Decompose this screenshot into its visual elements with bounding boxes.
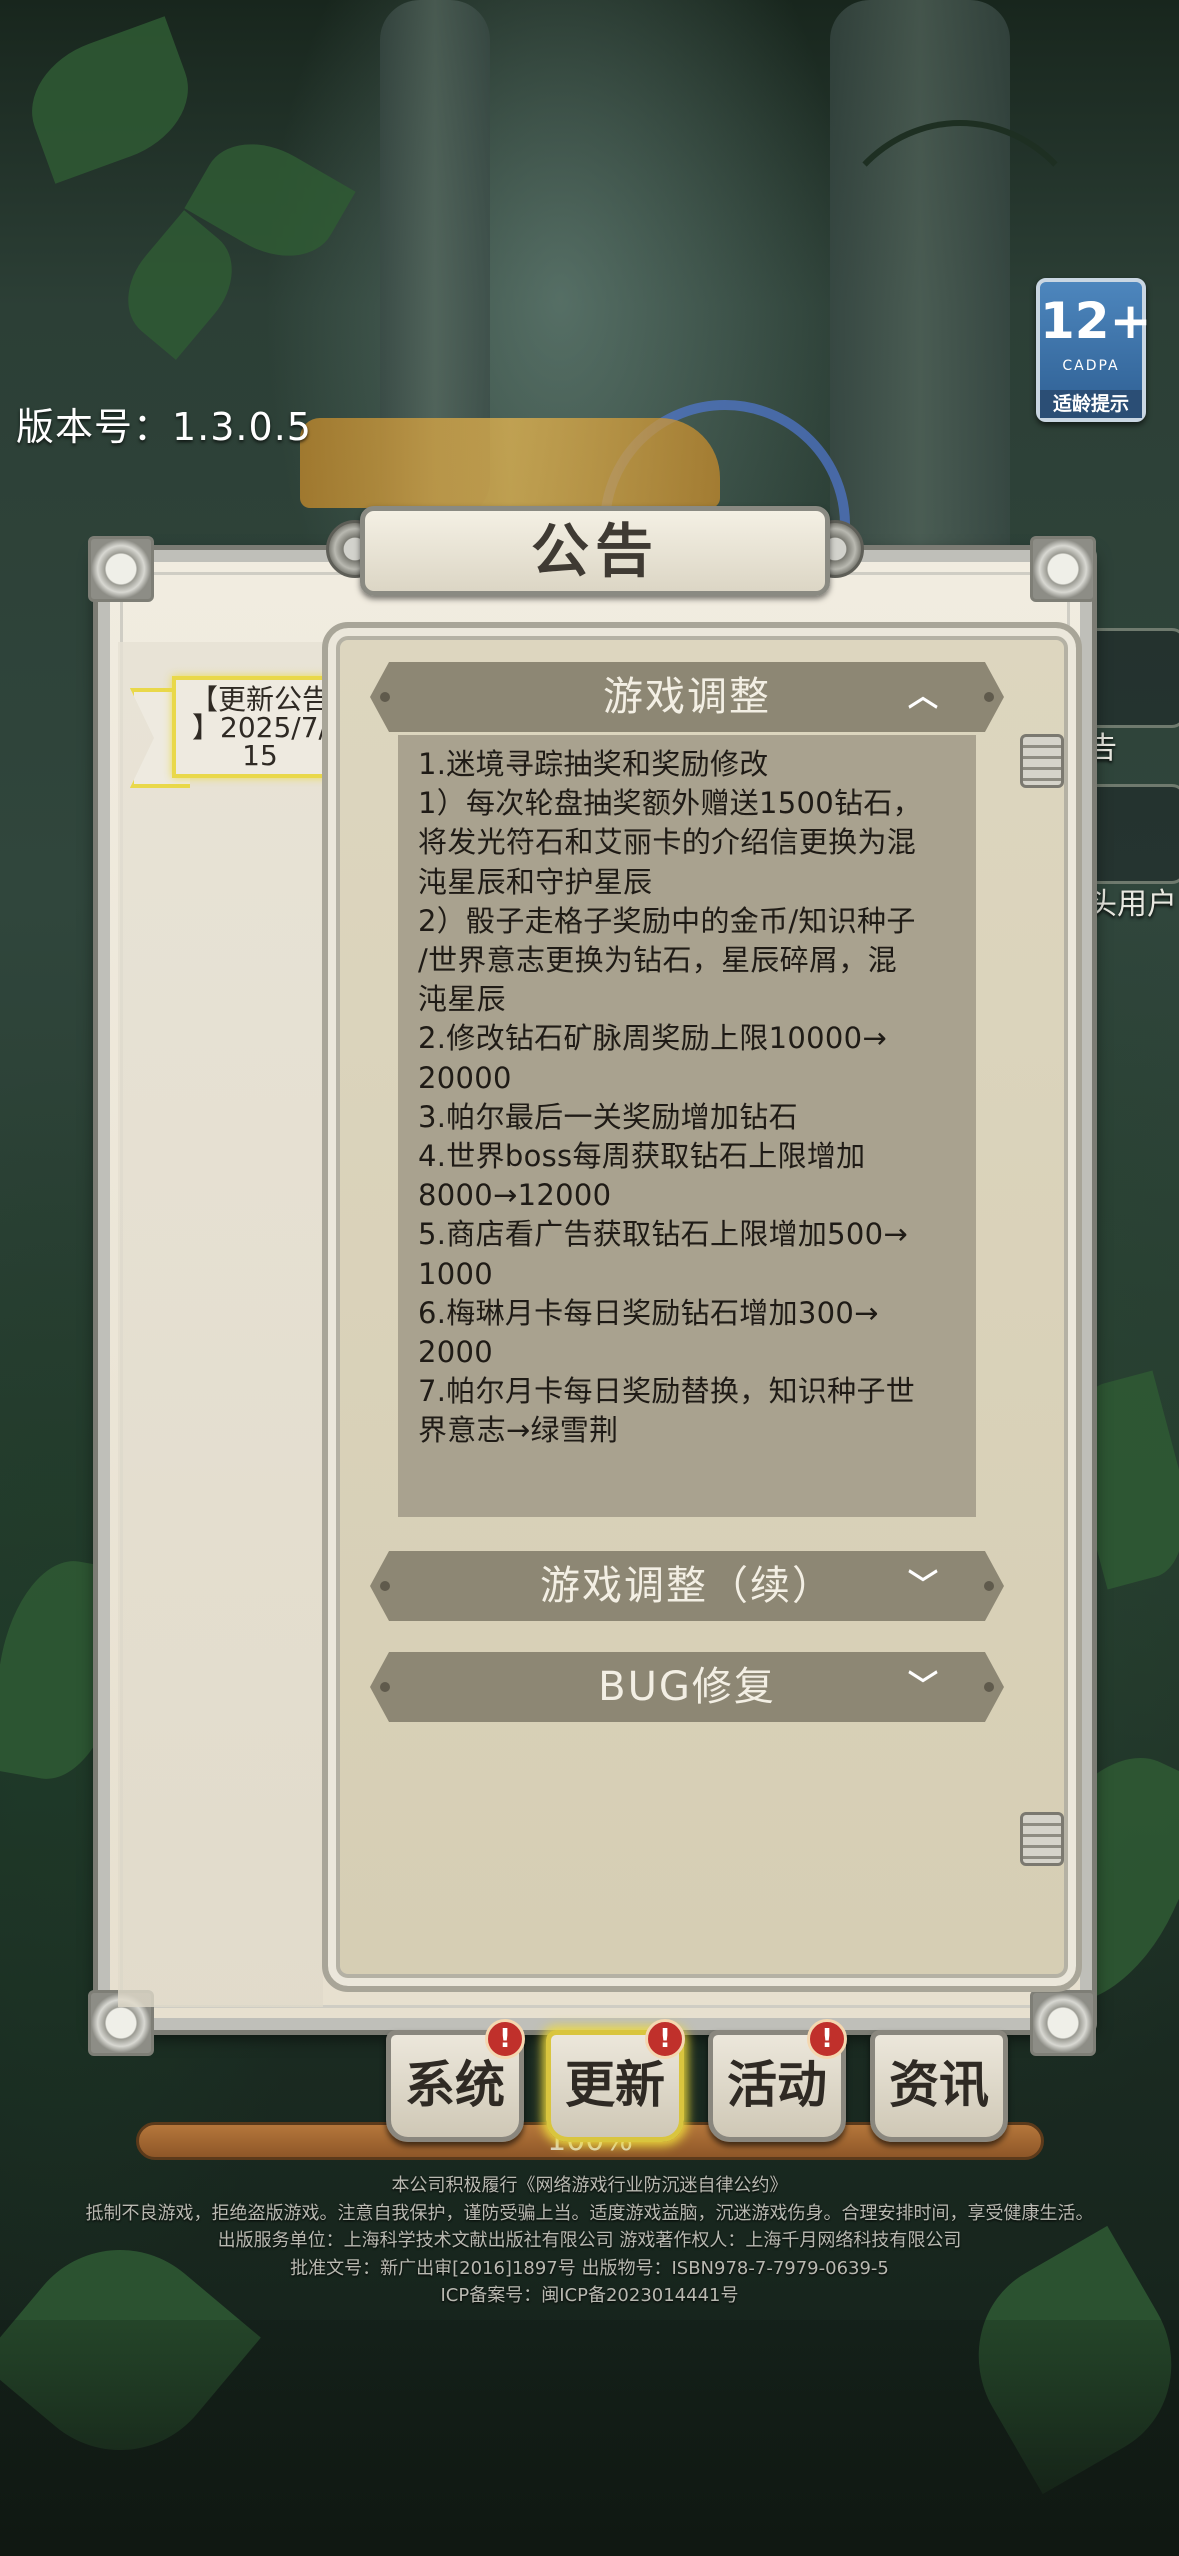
notice-line: 沌星辰和守护星辰 [418,864,653,899]
age-rating-number: 12+ [1040,292,1152,350]
footer-line: ICP备案号：闽ICP备2023014441号 [440,2285,739,2306]
notice-line: 1000 [418,1256,494,1291]
notice-line: 3.帕尔最后一关奖励增加钻石 [418,1099,798,1134]
chevron-down-icon: ﹀ [908,1669,940,1704]
tab-label: 更新 [565,2056,665,2114]
tab-news[interactable]: 资讯 [870,2030,1008,2142]
age-rating-org: CADPA [1062,358,1120,374]
tab-system[interactable]: 系统 ! [386,2019,525,2142]
tab-label: 活动 [727,2056,827,2114]
footer-line: 抵制不良游戏，拒绝盗版游戏。注意自我保护，谨防受骗上当。适度游戏益脑，沉迷游戏伤… [85,2202,1094,2224]
tab-label: 资讯 [889,2056,989,2114]
section-body: 1.迷境寻踪抽奖和奖励修改 1）每次轮盘抽奖额外赠送1500钻石， 将发光符石和… [398,735,976,1517]
notice-line: 8000→12000 [418,1178,612,1213]
tab-update[interactable]: 更新 ! [546,2019,685,2142]
panel-clip [1020,1812,1064,1866]
notice-line: 沌星辰 [418,982,506,1017]
corner-ornament [1030,1990,1096,2056]
alert-badge: ! [807,2019,847,2059]
notice-line: 7.帕尔月卡每日奖励替换，知识种子世 [418,1374,916,1409]
tab-label-line: 15 [242,739,278,772]
section-header-game-adjust-cont[interactable]: 游戏调整（续） ﹀ [370,1551,1004,1621]
alert-badge: ! [645,2019,685,2059]
side-button-label: 头用户 [1087,887,1177,922]
age-rating-badge[interactable]: 12+ CADPA 适龄提示 [1036,278,1152,422]
ground [0,2320,1179,2556]
chevron-down-icon: ﹀ [908,1568,940,1603]
notice-line: 5.商店看广告获取钻石上限增加500→ [418,1217,909,1252]
tab-list [118,642,323,2007]
game-logo [300,418,720,508]
notice-line: 1.迷境寻踪抽奖和奖励修改 [418,747,769,781]
section-header-bug-fix[interactable]: BUG修复 ﹀ [370,1652,1004,1722]
notice-line: 20000 [418,1060,512,1095]
section-title: 游戏调整（续） [540,1563,834,1609]
tab-events[interactable]: 活动 ! [708,2019,847,2142]
notice-line: 2000 [418,1335,494,1370]
corner-ornament [1030,536,1096,602]
notice-line: 2.修改钻石矿脉周奖励上限10000→ [418,1021,887,1056]
chevron-up-icon: ︿ [908,679,940,714]
footer-line: 出版服务单位：上海科学技术文献出版社有限公司 游戏著作权人：上海千月网络科技有限… [217,2230,962,2251]
notice-line: 1）每次轮盘抽奖额外赠送1500钻石， [418,786,922,821]
section-title: BUG修复 [598,1664,776,1710]
tab-label: 系统 [405,2056,505,2114]
notice-line: 4.世界boss每周获取钻石上限增加 [418,1139,866,1174]
footer-line: 本公司积极履行《网络游戏行业防沉迷自律公约》 [391,2175,788,2196]
notice-line: /世界意志更换为钻石，星辰碎屑，混 [418,943,897,978]
corner-ornament [88,536,154,602]
panel-clip [1020,734,1064,788]
alert-badge: ! [485,2019,525,2059]
tab-label-line: 【更新公告 [189,683,330,716]
notice-line: 界意志→绿雪荆 [418,1413,619,1448]
notice-line: 将发光符石和艾丽卡的介绍信更换为混 [418,825,917,860]
notice-line: 6.梅琳月卡每日奖励钻石增加300→ [418,1295,879,1330]
footer-line: 批准文号：新广出审[2016]1897号 出版物号：ISBN978-7-7979… [290,2257,889,2279]
age-rating-label: 适龄提示 [1040,390,1142,418]
version-label: 版本号：1.3.0.5 [16,405,312,449]
dialog-title: 公告 [360,506,830,596]
section-header-game-adjust[interactable]: 游戏调整 ︿ [370,662,1004,732]
legal-footer: 本公司积极履行《网络游戏行业防沉迷自律公约》 抵制不良游戏，拒绝盗版游戏。注意自… [0,2172,1179,2310]
notice-line: 2）骰子走格子奖励中的金币/知识种子 [418,903,916,938]
tab-label-line: 】2025/7/ [192,711,328,744]
section-title: 游戏调整 [603,674,771,720]
